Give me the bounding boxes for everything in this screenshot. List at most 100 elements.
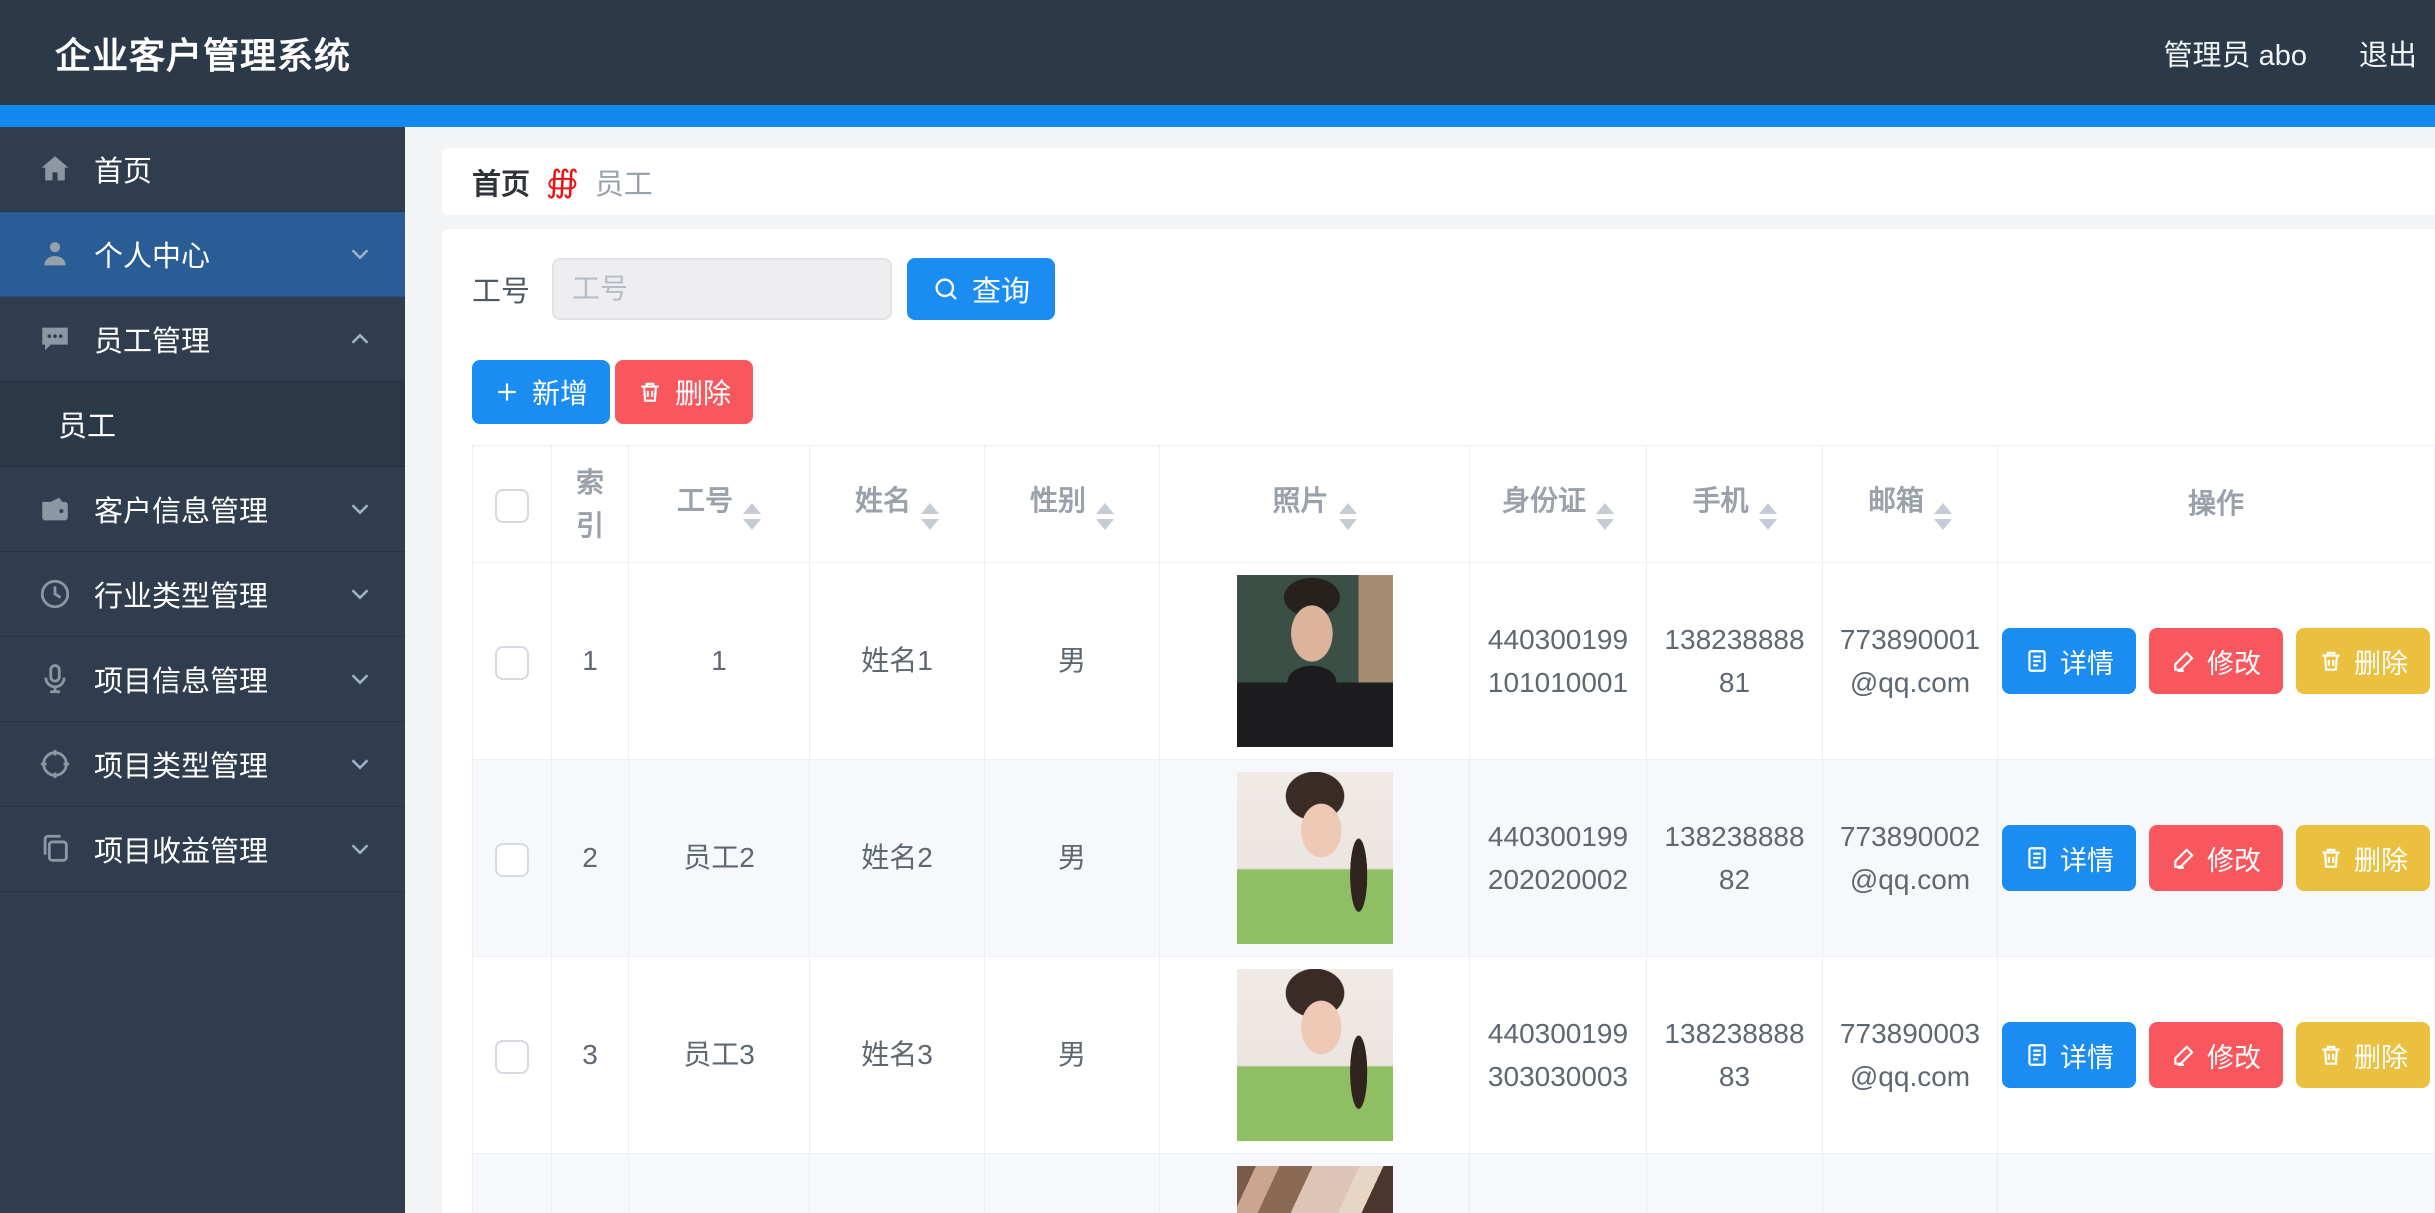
chevron-down-icon [345, 239, 375, 269]
chevron-down-icon [345, 749, 375, 779]
cell-gender: 男 [985, 563, 1160, 760]
add-button-label: 新增 [532, 372, 588, 412]
job-no-input[interactable] [552, 258, 892, 320]
sidebar-item-project-info[interactable]: 项目信息管理 [0, 637, 405, 722]
cell-id-card [1470, 1154, 1647, 1213]
sort-icon[interactable] [743, 503, 761, 530]
sidebar-item-label: 项目信息管理 [94, 658, 345, 700]
header-email[interactable]: 邮箱 [1823, 446, 1998, 563]
sort-icon[interactable] [1096, 503, 1114, 530]
breadcrumb: 首页 ∰ 员工 [442, 148, 2435, 215]
cell-phone [1647, 1154, 1823, 1213]
chevron-down-icon [345, 834, 375, 864]
header-label: 索引 [576, 467, 604, 541]
edit-button-label: 修改 [2207, 642, 2261, 681]
sort-icon[interactable] [1934, 503, 1952, 530]
document-icon [2024, 1042, 2050, 1068]
delete-button-label: 删除 [675, 372, 731, 412]
query-button-label: 查询 [972, 268, 1030, 310]
header-id-card[interactable]: 身份证 [1470, 446, 1647, 563]
trash-icon [2318, 1042, 2344, 1068]
sidebar-item-employee-management[interactable]: 员工管理 [0, 297, 405, 382]
app-title: 企业客户管理系统 [55, 27, 351, 79]
edit-button[interactable]: 修改 [2149, 628, 2283, 694]
aim-icon [36, 745, 74, 783]
cell-phone: 13823888883 [1647, 957, 1823, 1154]
cell-name: 姓名2 [810, 760, 985, 957]
header-label: 姓名 [855, 485, 911, 516]
table-row: 1 1 姓名1 男 440300199101010001 13823888881… [473, 563, 2435, 760]
breadcrumb-current: 员工 [595, 161, 653, 203]
select-all-checkbox[interactable] [495, 489, 529, 523]
chevron-up-icon [345, 324, 375, 354]
sidebar-item-label: 首页 [94, 148, 375, 190]
microphone-icon [36, 660, 74, 698]
cell-phone: 13823888882 [1647, 760, 1823, 957]
delete-button[interactable]: 删除 [615, 360, 753, 424]
trash-icon [637, 379, 663, 405]
sidebar-item-home[interactable]: 首页 [0, 127, 405, 212]
sidebar-item-customer-info[interactable]: 客户信息管理 [0, 467, 405, 552]
header-name[interactable]: 姓名 [810, 446, 985, 563]
header-label: 手机 [1692, 485, 1748, 516]
cell-name: 姓名3 [810, 957, 985, 1154]
row-checkbox[interactable] [495, 646, 529, 680]
sort-icon[interactable] [1596, 503, 1614, 530]
employee-photo [1237, 969, 1393, 1141]
remove-button-label: 删除 [2354, 839, 2408, 878]
header-label: 照片 [1272, 485, 1328, 516]
sidebar-item-personal-center[interactable]: 个人中心 [0, 212, 405, 297]
header-index: 索引 [552, 446, 629, 563]
sort-icon[interactable] [921, 503, 939, 530]
home-icon [36, 150, 74, 188]
edit-button[interactable]: 修改 [2149, 1022, 2283, 1088]
sidebar-subitem-employee[interactable]: 员工 [0, 382, 405, 467]
chevron-down-icon [345, 579, 375, 609]
sidebar: 首页 个人中心 员工管理 员工 客 [0, 127, 405, 1213]
detail-button[interactable]: 详情 [2002, 1022, 2136, 1088]
breadcrumb-home[interactable]: 首页 [472, 161, 530, 203]
detail-button-label: 详情 [2060, 642, 2114, 681]
header-gender[interactable]: 性别 [985, 446, 1160, 563]
plus-icon [494, 379, 520, 405]
table-row [473, 1154, 2435, 1213]
detail-button[interactable]: 详情 [2002, 628, 2136, 694]
row-checkbox[interactable] [495, 1040, 529, 1074]
admin-user-label: 管理员 abo [2164, 32, 2307, 74]
cell-index: 1 [552, 563, 629, 760]
pencil-icon [2171, 845, 2197, 871]
header-photo[interactable]: 照片 [1160, 446, 1470, 563]
wallet-icon [36, 490, 74, 528]
row-checkbox[interactable] [495, 843, 529, 877]
header-phone[interactable]: 手机 [1647, 446, 1823, 563]
edit-button[interactable]: 修改 [2149, 825, 2283, 891]
add-button[interactable]: 新增 [472, 360, 610, 424]
sidebar-item-industry-type[interactable]: 行业类型管理 [0, 552, 405, 637]
top-navbar: 企业客户管理系统 管理员 abo 退出 [0, 0, 2435, 105]
breadcrumb-separator-icon: ∰ [546, 164, 579, 200]
sidebar-item-label: 个人中心 [94, 233, 345, 275]
sort-icon[interactable] [1759, 503, 1777, 530]
remove-button[interactable]: 删除 [2296, 1022, 2430, 1088]
query-button[interactable]: 查询 [907, 258, 1055, 320]
cell-name [810, 1154, 985, 1213]
sidebar-item-project-revenue[interactable]: 项目收益管理 [0, 807, 405, 892]
document-icon [2024, 648, 2050, 674]
sort-icon[interactable] [1339, 503, 1357, 530]
remove-button[interactable]: 删除 [2296, 628, 2430, 694]
accent-bar [0, 105, 2435, 127]
remove-button[interactable]: 删除 [2296, 825, 2430, 891]
toolbar: 新增 删除 [472, 360, 2435, 424]
detail-button[interactable]: 详情 [2002, 825, 2136, 891]
sidebar-item-project-type[interactable]: 项目类型管理 [0, 722, 405, 807]
chevron-down-icon [345, 494, 375, 524]
header-job-no[interactable]: 工号 [629, 446, 810, 563]
logout-link[interactable]: 退出 [2359, 32, 2417, 74]
document-icon [2024, 845, 2050, 871]
employee-table: 索引 工号 姓名 性别 照片 [472, 445, 2435, 1213]
trash-icon [2318, 648, 2344, 674]
table-row: 2 员工2 姓名2 男 440300199202020002 138238888… [473, 760, 2435, 957]
cell-email: 773890003@qq.com [1823, 957, 1998, 1154]
cell-id-card: 440300199202020002 [1470, 760, 1647, 957]
pencil-icon [2171, 1042, 2197, 1068]
